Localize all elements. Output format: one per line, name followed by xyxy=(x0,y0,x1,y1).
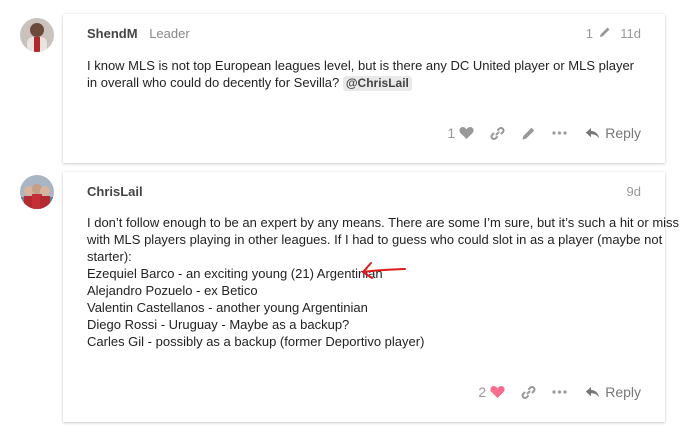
heart-icon xyxy=(459,127,474,139)
reply-button[interactable]: Reply xyxy=(585,125,641,141)
post-body: I don’t follow enough to be an expert by… xyxy=(87,214,680,350)
ellipsis-icon xyxy=(552,131,567,135)
post-chrislail: ChrisLail 9d I don’t follow enough to be… xyxy=(63,172,680,422)
user-title: Leader xyxy=(149,26,190,41)
avatar-chrislail[interactable] xyxy=(20,175,54,209)
reply-arrow-icon xyxy=(586,386,600,397)
avatar-shendm[interactable] xyxy=(20,18,54,52)
reply-label: Reply xyxy=(605,384,641,400)
ellipsis-icon xyxy=(552,390,567,394)
post-shendm: ShendM Leader 1 11d I know MLS is not to… xyxy=(63,14,665,163)
post-line: Alejandro Pozuelo - ex Betico xyxy=(87,283,258,298)
post-meta: ChrisLail 9d xyxy=(87,184,641,204)
post-body: I know MLS is not top European leagues l… xyxy=(87,57,641,91)
post-date[interactable]: 9d xyxy=(627,184,641,199)
post-date[interactable]: 1 11d xyxy=(586,26,641,41)
pencil-icon xyxy=(599,26,611,41)
reply-label: Reply xyxy=(605,125,641,141)
more-button[interactable] xyxy=(552,390,567,394)
reply-button[interactable]: Reply xyxy=(585,384,641,400)
avatar-image xyxy=(20,18,54,52)
pencil-icon xyxy=(522,127,535,139)
like-button[interactable]: 2 xyxy=(478,384,505,400)
link-icon xyxy=(490,126,505,140)
post-age: 9d xyxy=(626,184,641,199)
avatar-image xyxy=(20,175,54,209)
copy-link-button[interactable] xyxy=(521,385,536,400)
post-age: 11d xyxy=(620,26,641,41)
post-line: I don’t follow enough to be an expert by… xyxy=(87,215,680,230)
like-count: 2 xyxy=(478,384,487,400)
mention-chip[interactable]: @ChrisLail xyxy=(342,76,412,91)
like-button[interactable]: 1 xyxy=(447,125,474,141)
red-arrow-icon xyxy=(362,262,406,279)
heart-icon xyxy=(490,386,505,398)
post-line: Valentin Castellanos - another young Arg… xyxy=(87,300,368,315)
link-icon xyxy=(521,385,536,399)
post-actions: 2 Reply xyxy=(462,381,641,403)
post-line: with MLS players playing in other league… xyxy=(87,232,663,247)
post-line: Diego Rossi - Uruguay - Maybe as a backu… xyxy=(87,317,350,332)
username[interactable]: ChrisLail xyxy=(87,184,143,199)
username[interactable]: ShendM xyxy=(87,26,138,41)
post-meta: ShendM Leader 1 11d xyxy=(87,26,641,46)
post-line: Carles Gil - possibly as a backup (forme… xyxy=(87,334,425,349)
like-count: 1 xyxy=(447,125,456,141)
post-actions: 1 Reply xyxy=(431,122,641,144)
edit-button[interactable] xyxy=(521,126,536,141)
edit-count: 1 xyxy=(585,26,594,41)
more-button[interactable] xyxy=(552,131,567,135)
copy-link-button[interactable] xyxy=(490,126,505,141)
reply-arrow-icon xyxy=(586,127,600,138)
